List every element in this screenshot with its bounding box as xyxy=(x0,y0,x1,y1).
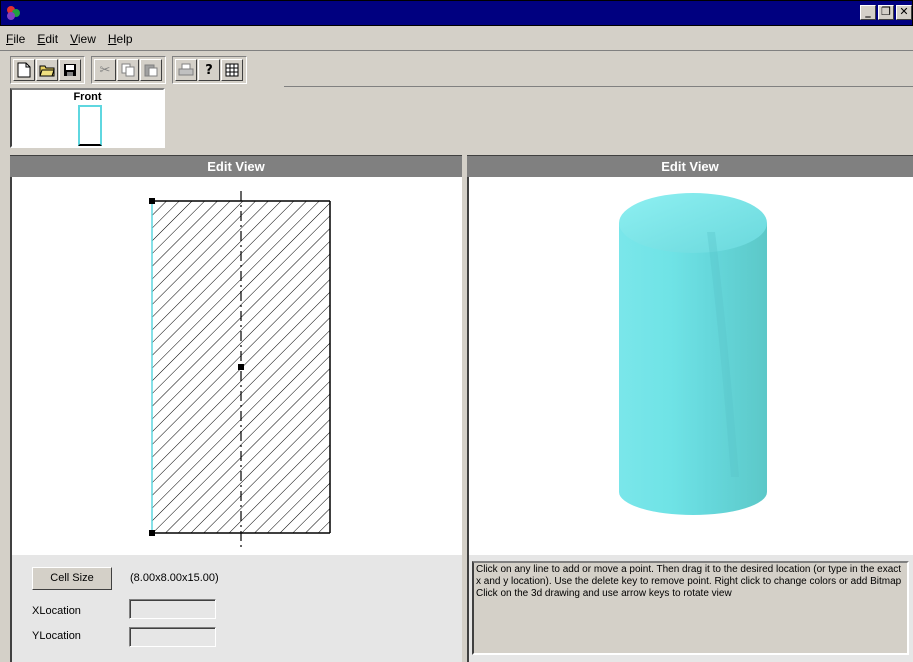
edit-tools-group: ✂ xyxy=(91,56,166,84)
cut-icon[interactable]: ✂ xyxy=(94,59,116,81)
xlocation-input[interactable] xyxy=(129,599,216,619)
profile-drawing[interactable] xyxy=(12,177,464,555)
copy-icon[interactable] xyxy=(117,59,139,81)
menu-bar: File Edit View Help xyxy=(0,27,913,51)
control-point-top[interactable] xyxy=(149,198,155,204)
toolbar-divider xyxy=(284,86,913,87)
app-icon[interactable] xyxy=(5,5,21,21)
menu-file[interactable]: File xyxy=(6,32,25,46)
help-icon[interactable]: ? xyxy=(198,59,220,81)
thumbnail-shape xyxy=(78,105,102,146)
cylinder-top-cap xyxy=(619,193,767,253)
thumbnail-front[interactable]: Front xyxy=(12,90,163,146)
cylinder-body xyxy=(619,223,767,515)
restore-icon[interactable]: ❐ xyxy=(878,5,894,20)
file-tools-group xyxy=(10,56,85,84)
view-thumbnail-panel: Front xyxy=(10,88,165,148)
left-panel-header: Edit View xyxy=(10,155,462,177)
thumbnail-label: Front xyxy=(73,91,102,103)
help-text: Click on any line to add or move a point… xyxy=(472,561,909,655)
print-icon[interactable] xyxy=(175,59,197,81)
paste-icon[interactable] xyxy=(140,59,162,81)
new-file-icon[interactable] xyxy=(13,59,35,81)
cylinder-3d-render[interactable] xyxy=(469,177,913,555)
menu-help[interactable]: Help xyxy=(108,32,133,46)
control-point-bottom[interactable] xyxy=(149,530,155,536)
edit-view-3d-canvas[interactable] xyxy=(467,177,913,555)
right-panel-header: Edit View xyxy=(467,155,913,177)
misc-tools-group: ? xyxy=(172,56,247,84)
menu-view[interactable]: View xyxy=(70,32,96,46)
help-panel: Click on any line to add or move a point… xyxy=(467,555,913,662)
cell-size-button[interactable]: Cell Size xyxy=(32,567,112,590)
title-bar[interactable]: _ ❐ ✕ xyxy=(0,0,913,26)
menu-edit[interactable]: Edit xyxy=(37,32,58,46)
minimize-icon[interactable]: _ xyxy=(860,5,876,20)
properties-panel: Cell Size (8.00x8.00x15.00) XLocation YL… xyxy=(10,555,462,662)
toolbar: ✂ ? xyxy=(10,55,253,85)
cell-size-value: (8.00x8.00x15.00) xyxy=(130,572,219,584)
open-folder-icon[interactable] xyxy=(36,59,58,81)
xlocation-label: XLocation xyxy=(32,605,81,617)
ylocation-label: YLocation xyxy=(32,630,81,642)
edit-view-2d-canvas[interactable] xyxy=(10,177,462,555)
grid-icon[interactable] xyxy=(221,59,243,81)
ylocation-input[interactable] xyxy=(129,627,216,647)
save-icon[interactable] xyxy=(59,59,81,81)
control-point-center[interactable] xyxy=(238,364,244,370)
close-icon[interactable]: ✕ xyxy=(896,5,912,20)
